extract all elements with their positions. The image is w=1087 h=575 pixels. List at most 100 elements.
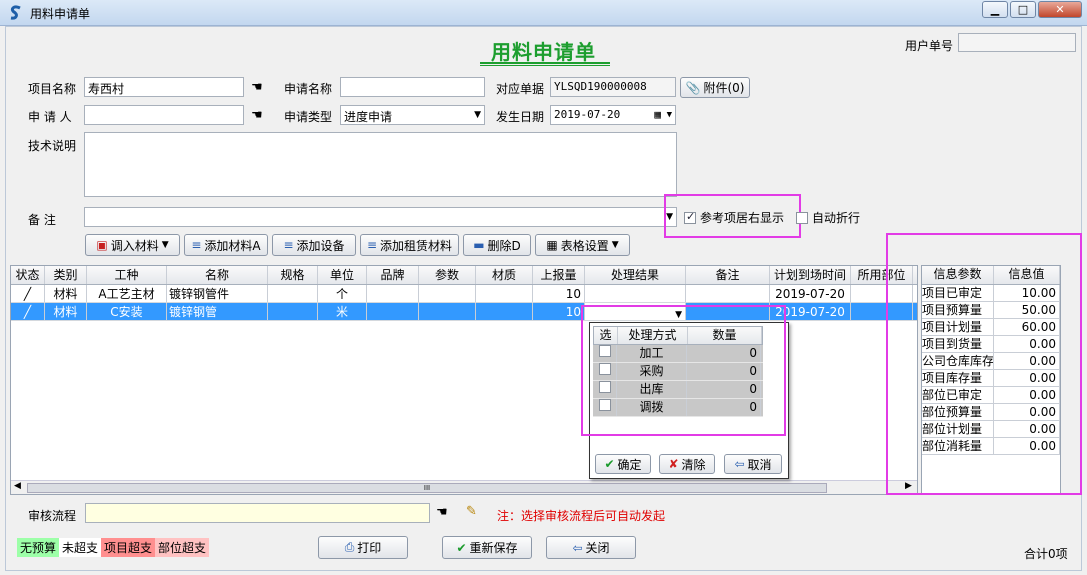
scrollbar-grip: III <box>423 484 431 492</box>
cell[interactable] <box>367 303 419 320</box>
ref-right-checkbox[interactable] <box>684 210 696 224</box>
popup-cancel-button[interactable]: ⇦ 取消 <box>724 454 782 474</box>
calendar-icon: ▦ <box>654 108 661 121</box>
add-material-label: 添加材料A <box>204 238 261 253</box>
approval-field[interactable] <box>85 503 430 523</box>
apply-type-label: 申请类型 <box>284 110 333 124</box>
cell[interactable]: C安装 <box>87 303 167 320</box>
cell[interactable]: 材料 <box>45 285 87 302</box>
scrollbar-thumb[interactable]: III <box>27 483 827 493</box>
horizontal-scrollbar[interactable]: ◀ III ▶ <box>11 480 917 494</box>
tech-textarea[interactable] <box>84 132 677 197</box>
scroll-left-icon[interactable]: ◀ <box>14 481 21 491</box>
table-row[interactable]: ╱ 材料 A工艺主材 镀锌钢管件 个 10 2019-07-20 <box>11 285 917 303</box>
approval-label: 审核流程 <box>28 509 77 523</box>
cell[interactable]: 10 <box>533 303 585 320</box>
add-rental-button[interactable]: ≡ 添加租赁材料 <box>360 234 459 256</box>
table-settings-label: 表格设置 <box>560 238 609 253</box>
ref-doc-label: 对应单据 <box>496 82 545 96</box>
col-header[interactable]: 上报量 <box>533 266 585 284</box>
ref-right-option[interactable]: 参考项居右显示 <box>684 209 784 226</box>
lookup-hand-icon[interactable]: ☚ <box>251 108 263 123</box>
maximize-button[interactable]: □ <box>1010 1 1036 18</box>
cell[interactable] <box>686 285 770 302</box>
cell[interactable]: A工艺主材 <box>87 285 167 302</box>
edit-pencil-icon[interactable]: ╱ <box>11 285 45 302</box>
cell[interactable] <box>585 285 686 302</box>
cell[interactable] <box>419 285 476 302</box>
minimize-button[interactable]: ▁ <box>982 1 1008 18</box>
minus-icon: ▬ <box>473 238 485 252</box>
cell[interactable] <box>367 285 419 302</box>
edit-pencil-icon[interactable]: ╱ <box>11 303 45 320</box>
apply-name-field[interactable] <box>340 77 485 97</box>
cell[interactable] <box>476 303 533 320</box>
import-material-button[interactable]: ▣ 调入材料 ▼ <box>85 234 180 256</box>
resave-button[interactable]: ✔ 重新保存 <box>442 536 532 559</box>
cell[interactable]: 个 <box>318 285 367 302</box>
cell[interactable]: 2019-07-20 <box>770 285 851 302</box>
attachment-button[interactable]: 📎 附件(0) <box>680 77 750 98</box>
auto-wrap-checkbox[interactable] <box>796 211 808 224</box>
remark-select[interactable]: ▼ <box>84 207 677 227</box>
printer-icon: ⎙ <box>344 540 355 554</box>
delete-button[interactable]: ▬ 删除D <box>463 234 531 256</box>
cancel-label: 取消 <box>747 457 772 472</box>
x-icon: ✘ <box>668 457 679 471</box>
col-header[interactable]: 工种 <box>87 266 167 284</box>
apply-name-label: 申请名称 <box>284 82 333 96</box>
col-header[interactable]: 材质 <box>476 266 533 284</box>
print-button[interactable]: ⎙ 打印 <box>318 536 408 559</box>
auto-wrap-option[interactable]: 自动折行 <box>796 209 860 226</box>
budget-legend: 无预算 未超支 项目超支 部位超支 <box>17 538 210 557</box>
cell[interactable]: 10 <box>533 285 585 302</box>
close-window-button[interactable]: ✕ <box>1038 1 1082 18</box>
check-icon: ✔ <box>604 457 615 471</box>
add-material-button[interactable]: ≡ 添加材料A <box>184 234 268 256</box>
ref-right-label: 参考项居右显示 <box>700 211 785 225</box>
col-header[interactable]: 计划到场时间 <box>770 266 851 284</box>
cell[interactable] <box>419 303 476 320</box>
project-name-field[interactable]: 寿西村 <box>84 77 244 97</box>
user-no-field[interactable] <box>958 33 1076 52</box>
col-header[interactable]: 状态 <box>11 266 45 284</box>
applicant-field[interactable] <box>84 105 244 125</box>
apply-type-select[interactable]: 进度申请 ▼ <box>340 105 485 125</box>
add-rental-label: 添加租赁材料 <box>380 238 453 253</box>
cell[interactable]: 材料 <box>45 303 87 320</box>
table-settings-button[interactable]: ▦ 表格设置 ▼ <box>535 234 630 256</box>
cell[interactable]: 镀锌钢管 <box>167 303 268 320</box>
clear-brush-icon[interactable]: ✎ <box>466 504 477 519</box>
col-header[interactable]: 类别 <box>45 266 87 284</box>
cell[interactable] <box>268 285 318 302</box>
highlight-box-info <box>886 233 1082 495</box>
cell[interactable]: 米 <box>318 303 367 320</box>
col-header[interactable]: 规格 <box>268 266 318 284</box>
close-button[interactable]: ⇦ 关闭 <box>546 536 636 559</box>
ref-doc-field[interactable]: YLSQD190000008 <box>550 77 676 97</box>
add-equipment-button[interactable]: ≡ 添加设备 <box>272 234 356 256</box>
cell[interactable] <box>268 303 318 320</box>
col-header[interactable]: 名称 <box>167 266 268 284</box>
delete-label: 删除D <box>487 238 521 253</box>
col-header[interactable]: 单位 <box>318 266 367 284</box>
popup-ok-button[interactable]: ✔ 确定 <box>595 454 651 474</box>
cell[interactable]: 镀锌钢管件 <box>167 285 268 302</box>
minimize-icon: ▁ <box>990 3 1000 16</box>
applicant-label: 申 请 人 <box>28 110 72 124</box>
exit-icon: ⇦ <box>572 540 583 555</box>
cell[interactable] <box>476 285 533 302</box>
dropdown-arrow-icon: ▼ <box>161 240 169 250</box>
col-header[interactable]: 品牌 <box>367 266 419 284</box>
highlight-box-popup <box>581 305 786 436</box>
popup-clear-button[interactable]: ✘ 清除 <box>659 454 715 474</box>
lookup-hand-icon[interactable]: ☚ <box>436 505 448 520</box>
col-header[interactable]: 处理结果 <box>585 266 686 284</box>
title-underline <box>480 62 610 64</box>
lookup-hand-icon[interactable]: ☚ <box>251 80 263 95</box>
col-header[interactable]: 备注 <box>686 266 770 284</box>
total-count: 合计0项 <box>1024 547 1068 561</box>
col-header[interactable]: 参数 <box>419 266 476 284</box>
date-picker[interactable]: 2019-07-20 ▦ ▼ <box>550 105 676 125</box>
clear-label: 清除 <box>681 457 706 472</box>
